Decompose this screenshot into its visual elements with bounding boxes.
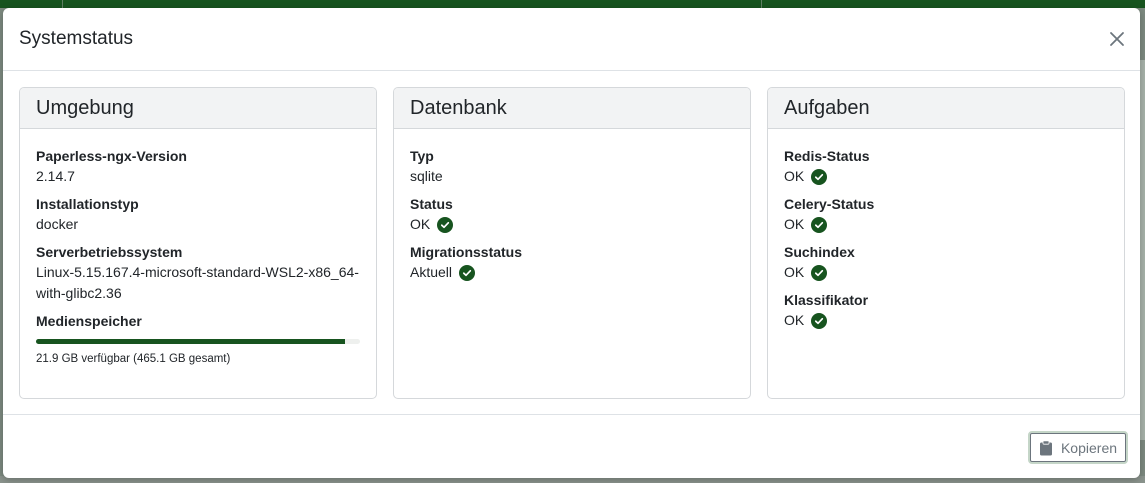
server-os-label: Serverbetriebssystem xyxy=(36,244,183,260)
media-storage-text: 21.9 GB verfügbar (465.1 GB gesamt) xyxy=(36,353,231,365)
media-storage-label: Medienspeicher xyxy=(36,313,142,329)
db-migration-value-text: Aktuell xyxy=(410,264,453,280)
modal-body: Umgebung Paperless-ngx-Version 2.14.7 In… xyxy=(3,71,1140,415)
database-card: Datenbank Typ sqlite Status OK Migration… xyxy=(393,87,751,399)
check-circle-icon[interactable] xyxy=(811,168,828,185)
check-circle-icon[interactable] xyxy=(811,312,828,329)
search-index-value: OK xyxy=(784,262,1108,283)
install-type-label: Installationstyp xyxy=(36,196,139,212)
search-index-value-text: OK xyxy=(784,264,805,280)
db-status-label: Status xyxy=(410,196,453,212)
modal-title: Systemstatus xyxy=(19,28,134,49)
copy-button[interactable]: Kopieren xyxy=(1028,431,1128,464)
check-circle-icon[interactable] xyxy=(459,264,476,281)
db-status-value-text: OK xyxy=(410,216,431,232)
database-card-header: Datenbank xyxy=(394,88,750,129)
version-value-text: 2.14.7 xyxy=(36,168,75,184)
tasks-card-header: Aufgaben xyxy=(768,88,1124,129)
redis-status-value-text: OK xyxy=(784,168,805,184)
db-type-label: Typ xyxy=(410,148,434,164)
check-circle-icon[interactable] xyxy=(811,264,828,281)
celery-status-value-text: OK xyxy=(784,216,805,232)
version-value: 2.14.7 xyxy=(36,166,360,187)
db-status-value: OK xyxy=(410,214,734,235)
celery-status-value: OK xyxy=(784,214,1108,235)
classifier-value-text: OK xyxy=(784,312,805,328)
check-circle-icon[interactable] xyxy=(811,216,828,233)
media-storage-progress-fill xyxy=(36,339,345,344)
check-circle-icon[interactable] xyxy=(437,216,454,233)
redis-status-label: Redis-Status xyxy=(784,148,870,164)
db-migration-label: Migrationsstatus xyxy=(410,244,523,260)
tasks-card: Aufgaben Redis-Status OK Celery-Status O… xyxy=(767,87,1125,399)
modal-header: Systemstatus xyxy=(3,8,1140,71)
background-search-bar xyxy=(62,0,762,8)
server-os-value: Linux-5.15.167.4-microsoft-standard-WSL2… xyxy=(36,264,359,301)
media-storage-progress xyxy=(36,339,360,344)
version-label: Paperless-ngx-Version xyxy=(36,148,187,164)
background-sidebar-edge xyxy=(1140,60,1145,440)
classifier-value: OK xyxy=(784,310,1108,331)
classifier-label: Klassifikator xyxy=(784,292,869,308)
system-status-modal: Systemstatus Umgebung Paperless-ngx-Vers… xyxy=(3,8,1140,478)
environment-card: Umgebung Paperless-ngx-Version 2.14.7 In… xyxy=(19,87,377,399)
db-type-value: sqlite xyxy=(410,166,734,187)
environment-card-header: Umgebung xyxy=(20,88,376,129)
copy-button-label: Kopieren xyxy=(1060,439,1118,456)
modal-footer: Kopieren xyxy=(3,415,1140,477)
close-icon xyxy=(1110,32,1124,46)
db-migration-value: Aktuell xyxy=(410,262,734,283)
db-type-value-text: sqlite xyxy=(410,168,443,184)
search-index-label: Suchindex xyxy=(784,244,855,260)
install-type-value-text: docker xyxy=(36,216,79,232)
install-type-value: docker xyxy=(36,214,360,235)
clipboard-icon xyxy=(1039,439,1052,455)
celery-status-label: Celery-Status xyxy=(784,196,875,212)
redis-status-value: OK xyxy=(784,166,1108,187)
close-button[interactable] xyxy=(1106,28,1128,50)
